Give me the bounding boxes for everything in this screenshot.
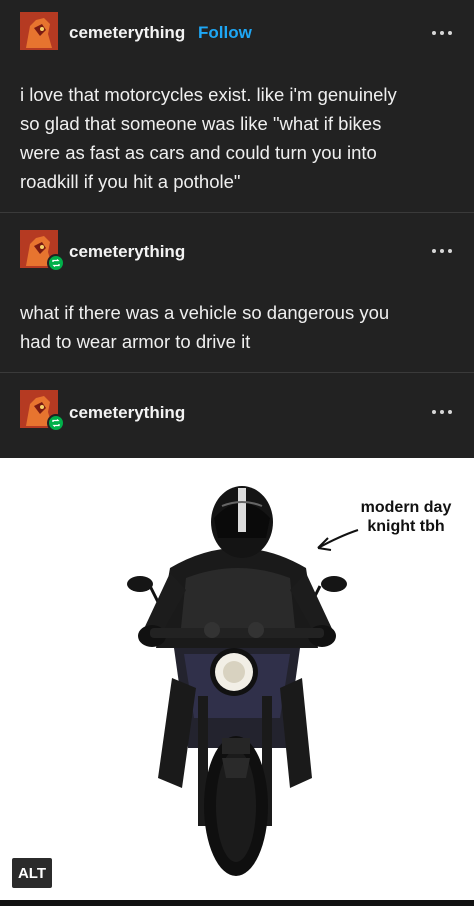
alt-text-button[interactable]: ALT [12,858,52,888]
post-1-text: i love that motorcycles exist. like i'm … [20,80,460,196]
caption-line: knight tbh [367,518,445,535]
post-2-text: what if there was a vehicle so dangerous… [20,298,460,356]
ellipsis-icon[interactable] [432,407,454,417]
post-3-username[interactable]: cemeterything [69,403,185,423]
avatar[interactable] [20,230,65,272]
avatar[interactable] [20,390,65,432]
text-line: so glad that someone was like "what if b… [20,113,382,134]
image-caption: modern day knight tbh [356,498,456,536]
ellipsis-icon[interactable] [432,246,454,256]
post-2-header: cemeterything [0,212,474,272]
post-image[interactable]: modern day knight tbh ALT [0,458,474,900]
text-line: what if there was a vehicle so dangerous… [20,302,390,323]
text-line: i love that motorcycles exist. like i'm … [20,84,397,105]
post-1-header: cemeterything Follow [0,0,474,60]
post-3-header: cemeterything [0,372,474,432]
reblog-icon [47,254,65,272]
post-1-username[interactable]: cemeterything [69,23,185,43]
avatar[interactable] [20,12,58,50]
text-line: were as fast as cars and could turn you … [20,142,377,163]
reblog-icon [47,414,65,432]
caption-line: modern day [360,499,452,516]
post-2-username[interactable]: cemeterything [69,242,185,262]
bottom-edge [0,900,474,906]
ellipsis-icon[interactable] [432,28,454,38]
text-line: had to wear armor to drive it [20,331,251,352]
follow-button[interactable]: Follow [198,23,252,43]
text-line: roadkill if you hit a pothole" [20,171,241,192]
